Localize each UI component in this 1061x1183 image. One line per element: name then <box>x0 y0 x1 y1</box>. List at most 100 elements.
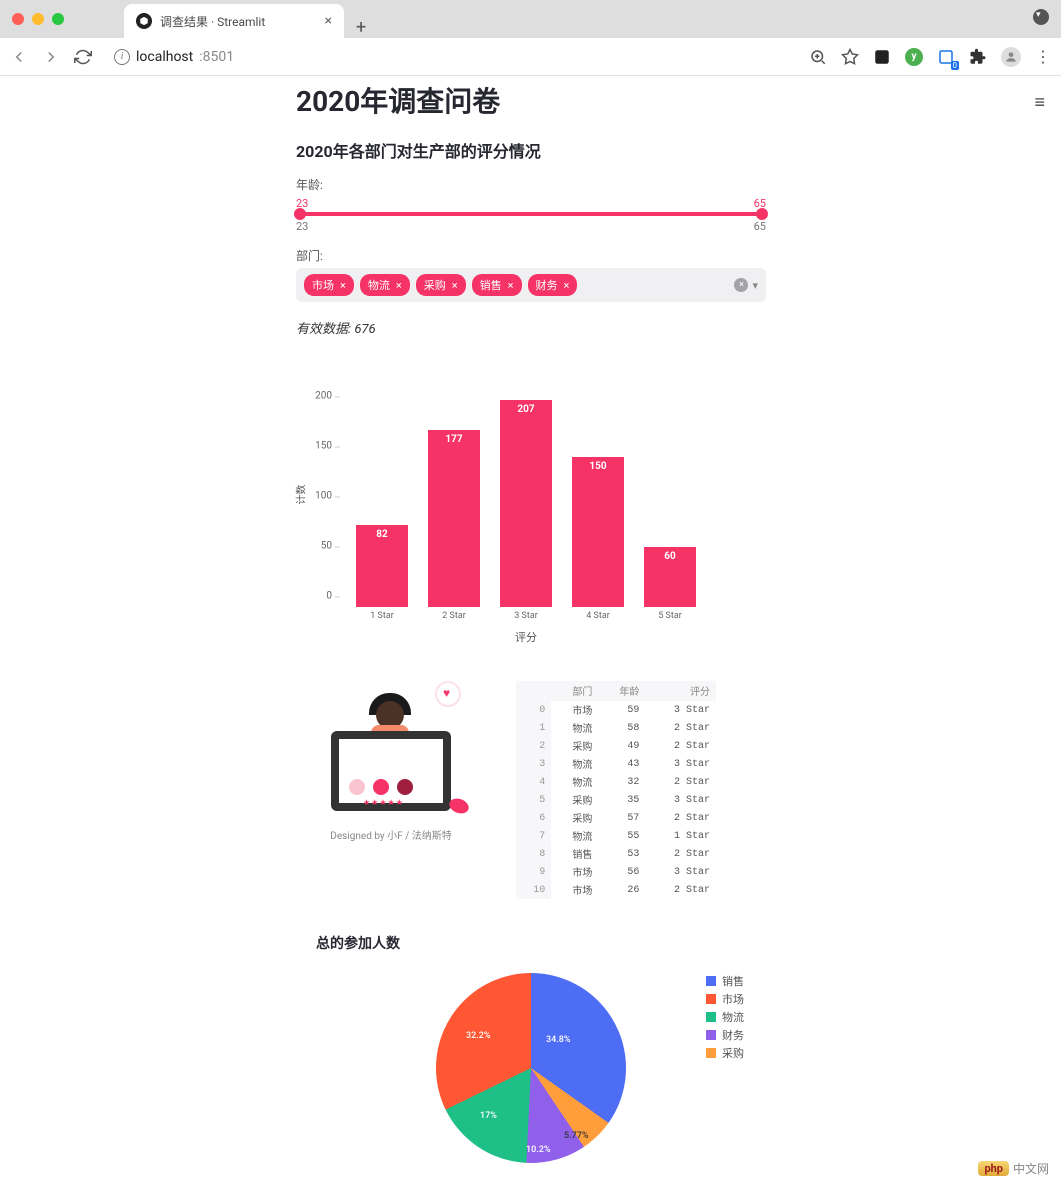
age-slider[interactable]: 23 65 23 65 <box>296 197 766 233</box>
multiselect-tag[interactable]: 物流× <box>360 274 410 296</box>
table-row[interactable]: 6采购572 Star <box>516 809 716 827</box>
back-button[interactable] <box>10 48 28 66</box>
new-tab-button[interactable]: + <box>356 17 366 38</box>
forward-button[interactable] <box>42 48 60 66</box>
table-row[interactable]: 3物流433 Star <box>516 755 716 773</box>
chart-x-tick: 2 Star <box>426 611 482 621</box>
extension-icon-2[interactable]: y <box>905 48 923 66</box>
window-maximize-button[interactable] <box>52 13 64 25</box>
chart-y-tick: 0 <box>326 591 332 602</box>
tag-remove-icon[interactable]: × <box>564 279 570 292</box>
multiselect-tag[interactable]: 市场× <box>304 274 354 296</box>
extensions-puzzle-icon[interactable] <box>969 48 987 66</box>
url-host: localhost <box>136 49 193 65</box>
tag-remove-icon[interactable]: × <box>452 279 458 292</box>
slider-thumb-right[interactable] <box>756 208 768 220</box>
streamlit-menu-icon[interactable]: ≡ <box>1034 92 1045 113</box>
tab-favicon-icon <box>136 13 152 29</box>
slider-thumb-left[interactable] <box>294 208 306 220</box>
table-row[interactable]: 4物流322 Star <box>516 773 716 791</box>
chart-bar: 207 <box>500 400 552 607</box>
browser-toolbar: i localhost :8501 y 0 ⋮ <box>0 38 1061 76</box>
table-row[interactable]: 10市场262 Star <box>516 881 716 899</box>
tag-remove-icon[interactable]: × <box>340 279 346 292</box>
address-bar[interactable]: i localhost :8501 <box>106 45 795 69</box>
table-row[interactable]: 2采购492 Star <box>516 737 716 755</box>
profile-avatar-icon[interactable] <box>1001 47 1021 67</box>
table-row[interactable]: 1物流582 Star <box>516 719 716 737</box>
pie-slice-label: 10.2% <box>526 1145 550 1155</box>
tag-remove-icon[interactable]: × <box>396 279 402 292</box>
extension-badge: 0 <box>951 61 960 70</box>
tab-title: 调查结果 · Streamlit <box>160 13 265 30</box>
legend-item: 市场 <box>706 991 744 1007</box>
age-slider-label: 年龄: <box>296 176 766 193</box>
multiselect-clear-icon[interactable]: × <box>734 278 748 292</box>
browser-tab[interactable]: 调查结果 · Streamlit × <box>124 4 344 38</box>
site-info-icon[interactable]: i <box>114 49 130 65</box>
legend-item: 销售 <box>706 973 744 989</box>
legend-item: 财务 <box>706 1027 744 1043</box>
bookmark-star-icon[interactable] <box>841 48 859 66</box>
pie-slice-label: 17% <box>480 1111 497 1121</box>
reload-button[interactable] <box>74 48 92 66</box>
bar-chart: 计数 050100150200 8217720715060 1 Star2 St… <box>296 377 716 647</box>
chevron-down-icon[interactable]: ▾ <box>752 279 758 292</box>
extension-icon-3[interactable]: 0 <box>937 48 955 66</box>
chart-bar: 150 <box>572 457 624 607</box>
multiselect-tag[interactable]: 财务× <box>528 274 578 296</box>
window-title-bar: 调查结果 · Streamlit × + <box>0 0 1061 38</box>
bar-value-label: 82 <box>356 529 408 540</box>
data-table[interactable]: 部门 年龄 评分 0市场593 Star1物流582 Star2采购492 St… <box>516 681 716 899</box>
browser-menu-icon[interactable]: ⋮ <box>1035 47 1051 66</box>
watermark: php 中文网 <box>978 1160 1049 1177</box>
chart-y-tick: 200 <box>315 391 332 402</box>
window-minimize-button[interactable] <box>32 13 44 25</box>
pie-legend: 销售市场物流财务采购 <box>706 973 744 1163</box>
survey-illustration: ★★★★★ <box>301 681 481 821</box>
tab-close-icon[interactable]: × <box>325 13 332 29</box>
multiselect-tag[interactable]: 销售× <box>472 274 522 296</box>
bar-value-label: 60 <box>644 551 696 562</box>
bar-value-label: 150 <box>572 461 624 472</box>
table-row[interactable]: 0市场593 Star <box>516 701 716 719</box>
page-subheader: 2020年各部门对生产部的评分情况 <box>296 138 766 162</box>
bar-value-label: 177 <box>428 434 480 445</box>
chart-x-label: 评分 <box>346 629 706 645</box>
page-title: 2020年调查问卷 <box>296 76 766 120</box>
chart-y-tick: 50 <box>321 541 332 552</box>
tag-remove-icon[interactable]: × <box>508 279 514 292</box>
chart-x-tick: 3 Star <box>498 611 554 621</box>
window-close-button[interactable] <box>12 13 24 25</box>
chart-x-tick: 1 Star <box>354 611 410 621</box>
zoom-icon[interactable] <box>809 48 827 66</box>
slider-min: 23 <box>296 220 308 233</box>
table-row[interactable]: 5采购353 Star <box>516 791 716 809</box>
table-header: 年龄 <box>598 681 645 701</box>
pie-slice-label: 34.8% <box>546 1035 570 1045</box>
chart-bar: 60 <box>644 547 696 607</box>
illustration-caption: Designed by 小F / 法纳斯特 <box>296 827 486 842</box>
multiselect-tag[interactable]: 采购× <box>416 274 466 296</box>
account-menu-icon[interactable] <box>1033 9 1049 25</box>
pie-slice-label: 32.2% <box>466 1031 490 1041</box>
chart-y-tick: 100 <box>315 491 332 502</box>
extension-icon-1[interactable] <box>873 48 891 66</box>
table-row[interactable]: 9市场563 Star <box>516 863 716 881</box>
table-row[interactable]: 8销售532 Star <box>516 845 716 863</box>
table-header: 评分 <box>645 681 716 701</box>
valid-data-text: 有效数据: 676 <box>296 318 766 337</box>
url-port: :8501 <box>199 49 234 65</box>
table-header: 部门 <box>551 681 598 701</box>
bar-value-label: 207 <box>500 404 552 415</box>
dept-multiselect-label: 部门: <box>296 247 766 264</box>
pie-chart: 34.8% 5.77% 10.2% 17% 32.2% <box>436 973 626 1163</box>
table-row[interactable]: 7物流551 Star <box>516 827 716 845</box>
chart-y-tick: 150 <box>315 441 332 452</box>
dept-multiselect[interactable]: 市场× 物流× 采购× 销售× 财务× × ▾ <box>296 268 766 302</box>
legend-item: 物流 <box>706 1009 744 1025</box>
chart-x-tick: 4 Star <box>570 611 626 621</box>
pie-chart-title: 总的参加人数 <box>316 933 766 953</box>
pie-slice-label: 5.77% <box>564 1131 588 1141</box>
chart-x-tick: 5 Star <box>642 611 698 621</box>
